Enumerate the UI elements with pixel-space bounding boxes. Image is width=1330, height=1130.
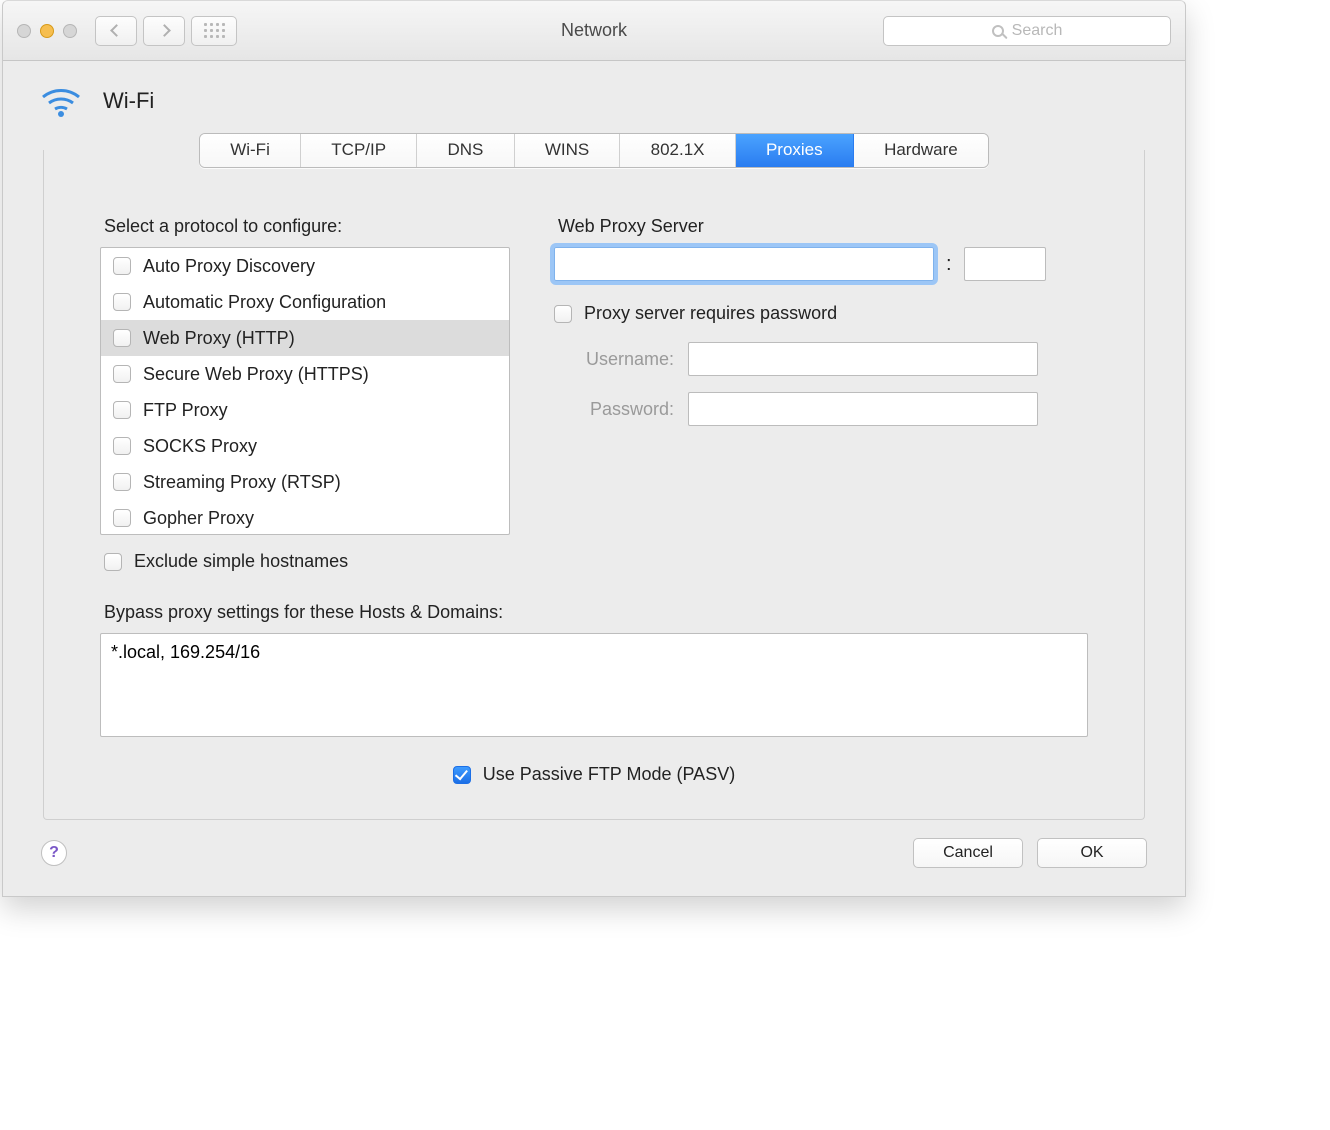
bypass-label: Bypass proxy settings for these Hosts & … (104, 602, 1088, 623)
exclude-simple-hostnames-label: Exclude simple hostnames (134, 551, 348, 572)
tab-8021x[interactable]: 802.1X (620, 134, 735, 167)
password-input[interactable] (688, 392, 1038, 426)
username-label: Username: (554, 349, 674, 370)
bypass-textarea[interactable] (100, 633, 1088, 737)
protocol-gopher[interactable]: Gopher Proxy (101, 500, 509, 535)
exclude-simple-hostnames-row: Exclude simple hostnames (104, 551, 510, 572)
forward-button[interactable] (143, 16, 185, 46)
select-protocol-label: Select a protocol to configure: (104, 216, 510, 237)
back-button[interactable] (95, 16, 137, 46)
protocol-web-http[interactable]: Web Proxy (HTTP) (101, 320, 509, 356)
proxy-server-input[interactable] (554, 247, 934, 281)
protocol-label: Streaming Proxy (RTSP) (143, 472, 341, 493)
protocol-rtsp[interactable]: Streaming Proxy (RTSP) (101, 464, 509, 500)
chevron-left-icon (110, 24, 123, 37)
proxies-sheet: Select a protocol to configure: Auto Pro… (43, 150, 1145, 820)
cancel-button[interactable]: Cancel (913, 838, 1023, 868)
protocol-checkbox[interactable] (113, 473, 131, 491)
footer: ? Cancel OK (41, 838, 1147, 868)
protocol-label: Secure Web Proxy (HTTPS) (143, 364, 369, 385)
proxy-port-input[interactable] (964, 247, 1046, 281)
protocol-label: FTP Proxy (143, 400, 228, 421)
wifi-icon (39, 83, 83, 119)
protocol-label: Web Proxy (HTTP) (143, 328, 295, 349)
protocol-checkbox[interactable] (113, 257, 131, 275)
protocol-label: SOCKS Proxy (143, 436, 257, 457)
protocol-checkbox[interactable] (113, 329, 131, 347)
protocol-column: Select a protocol to configure: Auto Pro… (100, 216, 510, 572)
close-window-button[interactable] (17, 24, 31, 38)
search-icon (992, 25, 1004, 37)
protocol-checkbox[interactable] (113, 401, 131, 419)
zoom-window-button[interactable] (63, 24, 77, 38)
requires-password-checkbox[interactable] (554, 305, 572, 323)
window-controls (17, 24, 77, 38)
server-port-colon: : (944, 253, 954, 276)
protocol-auto-discovery[interactable]: Auto Proxy Discovery (101, 248, 509, 284)
interface-header: Wi-Fi (39, 83, 1151, 119)
tab-proxies[interactable]: Proxies (736, 134, 854, 167)
preferences-window: Network Search Wi-Fi Wi-Fi TCP/IP DNS (2, 0, 1186, 897)
passive-ftp-label: Use Passive FTP Mode (PASV) (483, 764, 735, 785)
exclude-simple-hostnames-checkbox[interactable] (104, 553, 122, 571)
protocol-socks[interactable]: SOCKS Proxy (101, 428, 509, 464)
username-row: Username: (554, 342, 1088, 376)
protocol-ftp[interactable]: FTP Proxy (101, 392, 509, 428)
tab-wifi[interactable]: Wi-Fi (200, 134, 301, 167)
protocol-checkbox[interactable] (113, 437, 131, 455)
tab-bar: Wi-Fi TCP/IP DNS WINS 802.1X Proxies Har… (199, 133, 989, 168)
grid-icon (204, 23, 225, 38)
tab-wins[interactable]: WINS (515, 134, 621, 167)
passive-ftp-checkbox[interactable] (453, 766, 471, 784)
protocol-checkbox[interactable] (113, 509, 131, 527)
username-input[interactable] (688, 342, 1038, 376)
show-all-button[interactable] (191, 16, 237, 46)
tab-dns[interactable]: DNS (417, 134, 514, 167)
protocol-label: Gopher Proxy (143, 508, 254, 529)
tab-tcpip[interactable]: TCP/IP (301, 134, 417, 167)
protocol-checkbox[interactable] (113, 293, 131, 311)
server-row: : (554, 247, 1088, 281)
window-body: Wi-Fi Wi-Fi TCP/IP DNS WINS 802.1X Proxi… (3, 61, 1185, 896)
protocol-secure-https[interactable]: Secure Web Proxy (HTTPS) (101, 356, 509, 392)
requires-password-row: Proxy server requires password (554, 303, 1088, 324)
search-placeholder: Search (1012, 22, 1063, 40)
password-row: Password: (554, 392, 1088, 426)
protocol-label: Automatic Proxy Configuration (143, 292, 386, 313)
search-input[interactable]: Search (883, 16, 1171, 46)
requires-password-label: Proxy server requires password (584, 303, 837, 324)
protocol-label: Auto Proxy Discovery (143, 256, 315, 277)
nav-buttons (95, 16, 185, 46)
protocol-auto-config[interactable]: Automatic Proxy Configuration (101, 284, 509, 320)
ok-button[interactable]: OK (1037, 838, 1147, 868)
web-proxy-server-label: Web Proxy Server (558, 216, 1088, 237)
password-label: Password: (554, 399, 674, 420)
interface-name: Wi-Fi (103, 88, 154, 114)
titlebar: Network Search (3, 1, 1185, 61)
minimize-window-button[interactable] (40, 24, 54, 38)
tab-hardware[interactable]: Hardware (854, 134, 988, 167)
chevron-right-icon (158, 24, 171, 37)
passive-ftp-row: Use Passive FTP Mode (PASV) (100, 764, 1088, 785)
protocol-checkbox[interactable] (113, 365, 131, 383)
help-button[interactable]: ? (41, 840, 67, 866)
protocol-list[interactable]: Auto Proxy Discovery Automatic Proxy Con… (100, 247, 510, 535)
server-column: Web Proxy Server : Proxy server requires… (554, 216, 1088, 572)
